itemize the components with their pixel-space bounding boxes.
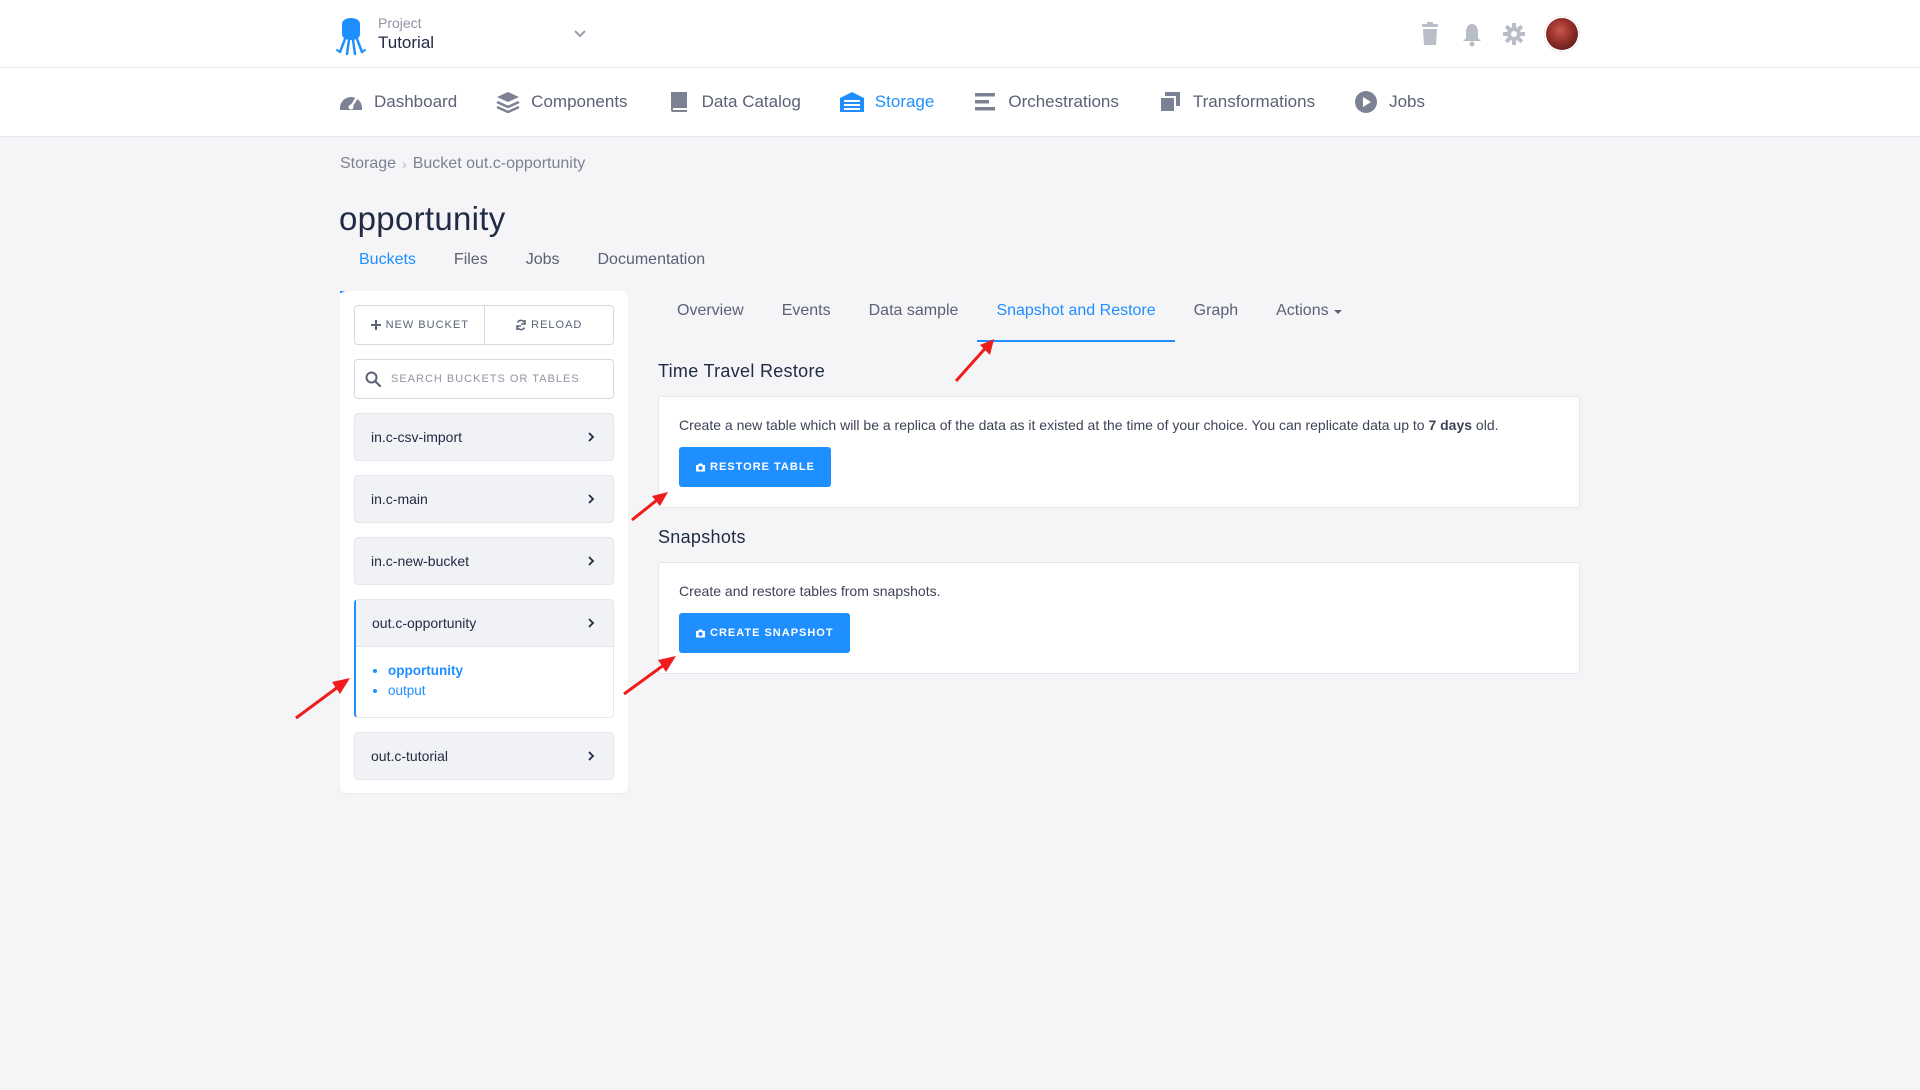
snapshots-card: Create and restore tables from snapshots… <box>658 562 1580 674</box>
layers-icon <box>496 92 520 114</box>
nav-label: Orchestrations <box>1008 92 1119 111</box>
nav-label: Jobs <box>1389 92 1425 111</box>
bucket-name: in.c-csv-import <box>371 429 463 445</box>
camera-icon <box>696 463 705 471</box>
search-icon <box>365 371 381 387</box>
tab-graph[interactable]: Graph <box>1175 290 1257 340</box>
tab-actions[interactable]: Actions <box>1257 290 1361 340</box>
nav-jobs[interactable]: Jobs <box>1353 89 1425 115</box>
reload-button[interactable]: RELOAD <box>484 305 614 345</box>
caret-down-icon <box>1333 310 1342 314</box>
avatar[interactable] <box>1544 16 1580 52</box>
table-tabs: Overview Events Data sample Snapshot and… <box>658 290 1362 342</box>
tab-data-sample[interactable]: Data sample <box>850 290 978 340</box>
bars-icon <box>975 93 996 111</box>
reload-label: RELOAD <box>531 319 583 331</box>
snapshots-title: Snapshots <box>658 527 746 547</box>
nav-storage[interactable]: Storage <box>839 89 935 115</box>
new-bucket-button[interactable]: NEW BUCKET <box>354 305 485 345</box>
chevron-right-icon <box>588 494 595 504</box>
breadcrumb-separator-icon: › <box>402 156 407 172</box>
play-icon <box>1355 91 1378 113</box>
nav-label: Components <box>531 92 628 111</box>
restore-table-button[interactable]: RESTORE TABLE <box>679 447 831 487</box>
create-snapshot-button[interactable]: CREATE SNAPSHOT <box>679 613 850 653</box>
tab-files[interactable]: Files <box>435 235 507 291</box>
chevron-down-icon[interactable] <box>571 24 589 42</box>
keboola-logo-icon <box>336 18 366 56</box>
nav-data-catalog[interactable]: Data Catalog <box>666 89 801 115</box>
bucket-item[interactable]: out.c-tutorial <box>354 732 614 780</box>
breadcrumb-storage-link[interactable]: Storage <box>340 155 396 173</box>
bucket-name: out.c-opportunity <box>372 615 477 631</box>
project-name: Tutorial <box>378 33 435 52</box>
new-bucket-label: NEW BUCKET <box>385 319 469 331</box>
nav-label: Dashboard <box>374 92 458 111</box>
bell-icon[interactable] <box>1460 21 1484 47</box>
create-snapshot-label: CREATE SNAPSHOT <box>710 627 834 639</box>
chevron-right-icon <box>588 751 595 761</box>
snapshots-description: Create and restore tables from snapshots… <box>679 583 941 599</box>
tab-overview[interactable]: Overview <box>658 290 763 340</box>
nav-components[interactable]: Components <box>495 89 628 115</box>
windows-icon <box>1158 92 1180 113</box>
bucket-search <box>354 359 614 399</box>
project-switcher[interactable]: Project Tutorial <box>336 12 434 56</box>
main-navigation: Dashboard Components Data Catalog Storag… <box>0 68 1920 137</box>
project-label: Project <box>378 15 422 31</box>
time-travel-card: Create a new table which will be a repli… <box>658 396 1580 508</box>
tab-events[interactable]: Events <box>763 290 850 340</box>
nav-label: Transformations <box>1192 92 1316 111</box>
bucket-item[interactable]: in.c-new-bucket <box>354 537 614 585</box>
time-travel-description: Create a new table which will be a repli… <box>679 417 1499 433</box>
nav-orchestrations[interactable]: Orchestrations <box>972 89 1119 115</box>
nav-dashboard[interactable]: Dashboard <box>338 89 457 115</box>
bucket-name: out.c-tutorial <box>371 748 449 764</box>
tab-buckets[interactable]: Buckets <box>340 235 435 293</box>
tab-actions-label: Actions <box>1276 302 1329 319</box>
bucket-name: in.c-main <box>371 491 428 507</box>
nav-transformations[interactable]: Transformations <box>1157 89 1315 115</box>
tab-documentation[interactable]: Documentation <box>579 235 725 291</box>
camera-icon <box>696 629 705 637</box>
search-input[interactable] <box>389 372 593 386</box>
bucket-item[interactable]: in.c-main <box>354 475 614 523</box>
refresh-icon <box>516 319 526 331</box>
trash-icon[interactable] <box>1418 21 1442 47</box>
top-bar: Project Tutorial <box>0 0 1920 68</box>
dashboard-icon <box>340 97 362 110</box>
nav-label: Data Catalog <box>701 92 801 111</box>
bucket-name: in.c-new-bucket <box>371 553 470 569</box>
gear-icon[interactable] <box>1502 21 1526 47</box>
chevron-right-icon <box>588 556 595 566</box>
tab-snapshot-and-restore[interactable]: Snapshot and Restore <box>977 290 1175 342</box>
bucket-item[interactable]: in.c-csv-import <box>354 413 614 461</box>
tab-jobs[interactable]: Jobs <box>507 235 579 291</box>
table-link-output[interactable]: output <box>388 681 613 701</box>
annotation-arrow-icon <box>954 339 994 383</box>
bucket-sidebar: NEW BUCKET RELOAD in.c-csv-import in.c-m… <box>340 291 628 793</box>
chevron-right-icon <box>588 432 595 442</box>
page-title: opportunity <box>339 200 506 238</box>
breadcrumb-current: Bucket out.c-opportunity <box>412 155 586 172</box>
book-icon <box>670 92 687 112</box>
table-link-opportunity[interactable]: opportunity <box>388 661 613 681</box>
plus-icon <box>370 320 381 330</box>
description-bold: 7 days <box>1428 417 1473 433</box>
table-list: opportunity output <box>356 647 613 717</box>
storage-subtabs: Buckets Files Jobs Documentation <box>340 235 725 293</box>
breadcrumb: Storage › Bucket out.c-opportunity <box>340 155 585 173</box>
bucket-item-open[interactable]: out.c-opportunity opportunity output <box>354 599 614 718</box>
warehouse-icon <box>839 92 864 112</box>
description-text-end: old. <box>1472 417 1499 433</box>
time-travel-title: Time Travel Restore <box>658 361 826 381</box>
chevron-right-icon <box>588 618 595 628</box>
nav-label: Storage <box>874 92 935 111</box>
restore-table-label: RESTORE TABLE <box>710 461 815 473</box>
description-text: Create a new table which will be a repli… <box>679 417 1429 433</box>
